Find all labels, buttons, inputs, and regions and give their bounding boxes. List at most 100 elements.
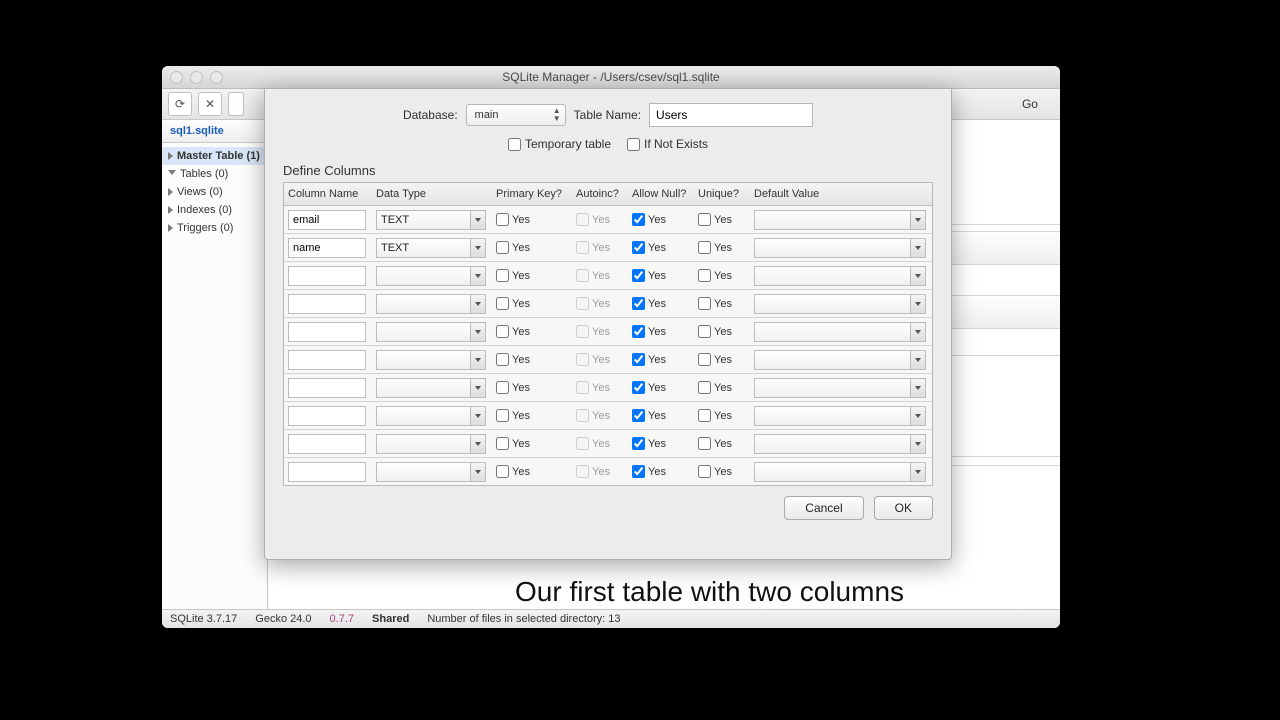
database-select[interactable]: main ▲▼ <box>466 104 566 126</box>
column-name-input[interactable] <box>288 322 366 342</box>
default-value-select[interactable] <box>754 462 926 482</box>
column-row: Yes Yes Yes Yes <box>284 458 932 485</box>
chevron-down-icon <box>470 323 485 341</box>
allownull-checkbox[interactable]: Yes <box>632 381 690 394</box>
unique-checkbox[interactable]: Yes <box>698 409 746 422</box>
unique-checkbox[interactable]: Yes <box>698 353 746 366</box>
chevron-down-icon <box>910 211 925 229</box>
column-name-input[interactable] <box>288 266 366 286</box>
unique-checkbox[interactable]: Yes <box>698 297 746 310</box>
header-name: Column Name <box>284 188 372 200</box>
default-value-select[interactable] <box>754 322 926 342</box>
allownull-checkbox[interactable]: Yes <box>632 409 690 422</box>
pk-checkbox[interactable]: Yes <box>496 325 568 338</box>
chevron-down-icon <box>168 170 176 179</box>
unique-checkbox[interactable]: Yes <box>698 381 746 394</box>
database-select-value: main <box>475 109 499 121</box>
column-name-input[interactable] <box>288 238 366 258</box>
column-name-input[interactable] <box>288 294 366 314</box>
allownull-checkbox[interactable]: Yes <box>632 297 690 310</box>
ok-button[interactable]: OK <box>874 496 933 520</box>
chevron-down-icon <box>470 351 485 369</box>
default-value-select[interactable] <box>754 406 926 426</box>
tools-button[interactable]: ✕ <box>198 92 222 116</box>
column-name-input[interactable] <box>288 378 366 398</box>
default-value-select[interactable] <box>754 266 926 286</box>
unique-checkbox[interactable]: Yes <box>698 437 746 450</box>
data-type-select[interactable] <box>376 406 486 426</box>
default-value-select[interactable] <box>754 210 926 230</box>
new-button[interactable] <box>228 92 244 116</box>
pk-checkbox[interactable]: Yes <box>496 465 568 478</box>
pk-checkbox[interactable]: Yes <box>496 241 568 254</box>
allownull-checkbox[interactable]: Yes <box>632 325 690 338</box>
tree-item-tables[interactable]: Tables (0) <box>162 165 267 183</box>
chevron-down-icon <box>910 295 925 313</box>
data-type-select[interactable] <box>376 294 486 314</box>
tree-item-indexes[interactable]: Indexes (0) <box>162 201 267 219</box>
cancel-button[interactable]: Cancel <box>784 496 863 520</box>
data-type-select[interactable] <box>376 462 486 482</box>
data-type-select[interactable] <box>376 378 486 398</box>
pk-checkbox[interactable]: Yes <box>496 381 568 394</box>
go-button[interactable]: Go <box>1014 93 1046 115</box>
data-type-select[interactable] <box>376 434 486 454</box>
db-tab[interactable]: sql1.sqlite <box>162 120 267 143</box>
table-name-input[interactable] <box>649 103 813 127</box>
chevron-down-icon <box>470 379 485 397</box>
data-type-select[interactable]: TEXT <box>376 238 486 258</box>
allownull-checkbox[interactable]: Yes <box>632 437 690 450</box>
chevron-down-icon <box>910 267 925 285</box>
default-value-select[interactable] <box>754 294 926 314</box>
default-value-select[interactable] <box>754 434 926 454</box>
allownull-checkbox[interactable]: Yes <box>632 353 690 366</box>
default-value-select[interactable] <box>754 350 926 370</box>
unique-checkbox[interactable]: Yes <box>698 241 746 254</box>
chevron-right-icon <box>168 188 173 196</box>
column-name-input[interactable] <box>288 434 366 454</box>
chevron-down-icon <box>910 351 925 369</box>
allownull-checkbox[interactable]: Yes <box>632 241 690 254</box>
column-row: Yes Yes Yes Yes <box>284 290 932 318</box>
data-type-select[interactable] <box>376 350 486 370</box>
tree-item-triggers[interactable]: Triggers (0) <box>162 219 267 237</box>
chevron-down-icon <box>470 435 485 453</box>
tree-item-views[interactable]: Views (0) <box>162 183 267 201</box>
slide-caption: Our first table with two columns <box>515 576 904 608</box>
pk-checkbox[interactable]: Yes <box>496 297 568 310</box>
allownull-checkbox[interactable]: Yes <box>632 465 690 478</box>
header-uq: Unique? <box>694 188 750 200</box>
temporary-checkbox[interactable]: Temporary table <box>508 137 611 151</box>
refresh-button[interactable]: ⟳ <box>168 92 192 116</box>
allownull-checkbox[interactable]: Yes <box>632 269 690 282</box>
pk-checkbox[interactable]: Yes <box>496 213 568 226</box>
pk-checkbox[interactable]: Yes <box>496 353 568 366</box>
pk-checkbox[interactable]: Yes <box>496 409 568 422</box>
data-type-select[interactable]: TEXT <box>376 210 486 230</box>
data-type-select[interactable] <box>376 322 486 342</box>
titlebar: SQLite Manager - /Users/csev/sql1.sqlite <box>162 66 1060 89</box>
default-value-select[interactable] <box>754 238 926 258</box>
chevron-down-icon <box>470 211 485 229</box>
column-name-input[interactable] <box>288 210 366 230</box>
data-type-select[interactable] <box>376 266 486 286</box>
unique-checkbox[interactable]: Yes <box>698 269 746 282</box>
default-value-select[interactable] <box>754 378 926 398</box>
autoinc-checkbox: Yes <box>576 465 624 478</box>
unique-checkbox[interactable]: Yes <box>698 465 746 478</box>
status-files: Number of files in selected directory: 1… <box>427 613 620 625</box>
column-name-input[interactable] <box>288 406 366 426</box>
tree-item-master[interactable]: Master Table (1) <box>162 147 267 165</box>
unique-checkbox[interactable]: Yes <box>698 213 746 226</box>
pk-checkbox[interactable]: Yes <box>496 269 568 282</box>
database-label: Database: <box>403 108 458 122</box>
unique-checkbox[interactable]: Yes <box>698 325 746 338</box>
autoinc-checkbox: Yes <box>576 297 624 310</box>
ifnotexists-checkbox[interactable]: If Not Exists <box>627 137 708 151</box>
allownull-checkbox[interactable]: Yes <box>632 213 690 226</box>
status-version: 0.7.7 <box>330 613 354 625</box>
column-name-input[interactable] <box>288 462 366 482</box>
column-name-input[interactable] <box>288 350 366 370</box>
create-table-dialog: Database: main ▲▼ Table Name: Temporary … <box>264 88 952 560</box>
pk-checkbox[interactable]: Yes <box>496 437 568 450</box>
